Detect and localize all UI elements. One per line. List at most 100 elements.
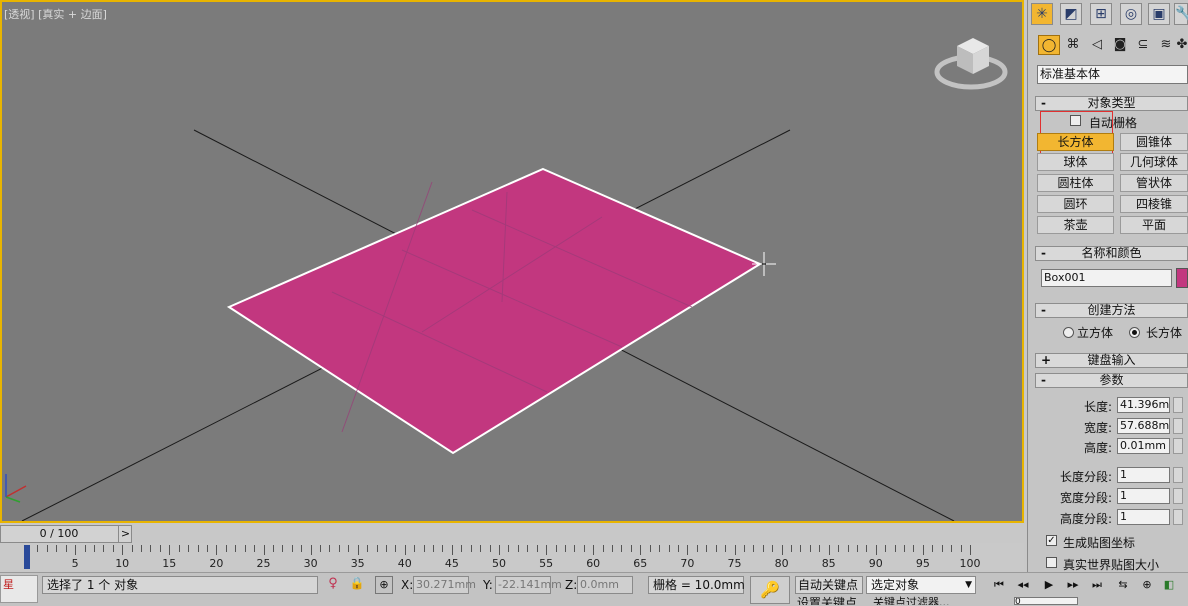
length-segs-input[interactable]: 1 bbox=[1117, 467, 1170, 483]
length-spinner[interactable] bbox=[1173, 397, 1183, 413]
isolate-toggle-icon[interactable]: ♀ bbox=[324, 576, 342, 594]
zoom-icon[interactable]: ⊕ bbox=[1138, 576, 1156, 594]
parameters-rollout-header[interactable]: - 参数 bbox=[1035, 373, 1188, 388]
maxscript-listener[interactable]: 星 bbox=[0, 575, 38, 603]
ruler-tick bbox=[329, 545, 331, 552]
motion-icon[interactable]: ◎ bbox=[1120, 3, 1142, 25]
cylinder-button[interactable]: 圆柱体 bbox=[1037, 174, 1114, 192]
lock-selection-icon[interactable]: 🔒 bbox=[348, 576, 366, 594]
go-to-start-icon[interactable]: ⏮ bbox=[990, 576, 1008, 594]
ruler-tick-label: 25 bbox=[256, 557, 271, 570]
object-name-input[interactable]: Box001 bbox=[1041, 269, 1172, 287]
display-icon[interactable]: ▣ bbox=[1148, 3, 1170, 25]
sphere-button[interactable]: 球体 bbox=[1037, 153, 1114, 171]
shapes-icon[interactable]: ⌘ bbox=[1062, 35, 1084, 55]
length-segs-spinner[interactable] bbox=[1173, 467, 1183, 483]
length-input[interactable]: 41.396mm bbox=[1117, 397, 1170, 413]
key-mode-icon[interactable]: ⇆ bbox=[1114, 576, 1132, 594]
ruler-tick bbox=[75, 545, 77, 555]
cone-button[interactable]: 圆锥体 bbox=[1120, 133, 1188, 151]
real-world-label: 真实世界贴图大小 bbox=[1063, 558, 1160, 572]
width-segs-input[interactable]: 1 bbox=[1117, 488, 1170, 504]
key-filters-button[interactable]: 关键点过滤器... bbox=[873, 595, 973, 605]
ruler-tick bbox=[489, 545, 491, 552]
systems-icon[interactable]: ✤ bbox=[1176, 35, 1188, 55]
ruler-tick bbox=[913, 545, 915, 552]
ruler-tick bbox=[819, 545, 821, 552]
box-radio-dot bbox=[1132, 330, 1137, 335]
go-to-end-icon[interactable]: ⏭ bbox=[1088, 576, 1106, 594]
creation-method-rollout-header[interactable]: - 创建方法 bbox=[1035, 303, 1188, 318]
viewport-scene bbox=[5, 38, 1008, 521]
current-frame-marker[interactable] bbox=[24, 545, 30, 569]
torus-button[interactable]: 圆环 bbox=[1037, 195, 1114, 213]
absolute-mode-icon[interactable]: ⊕ bbox=[375, 576, 393, 594]
category-dropdown[interactable]: 标准基本体 bbox=[1037, 65, 1188, 84]
box-button[interactable]: 长方体 bbox=[1037, 133, 1114, 151]
y-coordinate[interactable]: -22.141mm bbox=[495, 576, 562, 594]
ruler-tick bbox=[904, 545, 906, 552]
setkey-button[interactable]: 设置关键点 bbox=[795, 595, 865, 605]
key-mode-dropdown[interactable]: 选定对象 ▼ bbox=[866, 576, 976, 594]
trackbar[interactable]: 5 10 15 20 25 30 35 40 45 50 55 60 65 70 75 80 85 90 95 100 bbox=[0, 543, 1024, 570]
object-type-rollout-header[interactable]: - 对象类型 bbox=[1035, 96, 1188, 111]
box-radio[interactable] bbox=[1129, 327, 1140, 338]
geometry-icon[interactable]: ◯ bbox=[1038, 35, 1060, 55]
next-frame-arrow[interactable]: > bbox=[118, 526, 132, 542]
ruler-tick bbox=[169, 545, 171, 555]
width-segs-spinner[interactable] bbox=[1173, 488, 1183, 504]
pyramid-button[interactable]: 四棱锥 bbox=[1120, 195, 1188, 213]
box001-plane bbox=[226, 167, 763, 455]
ruler-tick bbox=[922, 545, 924, 555]
modify-icon[interactable]: ◩ bbox=[1060, 3, 1082, 25]
length-segs-label: 长度分段: bbox=[1060, 470, 1113, 484]
geosphere-button[interactable]: 几何球体 bbox=[1120, 153, 1188, 171]
current-frame-input[interactable]: 0 bbox=[1014, 597, 1078, 605]
z-label: Z: bbox=[565, 578, 578, 592]
ruler-tick bbox=[301, 545, 303, 552]
cube-radio[interactable] bbox=[1063, 327, 1074, 338]
sun-icon[interactable]: ✳ bbox=[1031, 3, 1053, 25]
ruler-tick bbox=[593, 545, 595, 555]
width-spinner[interactable] bbox=[1173, 418, 1183, 434]
lights-icon[interactable]: ◁ bbox=[1086, 35, 1108, 55]
height-segs-spinner[interactable] bbox=[1173, 509, 1183, 525]
object-color-swatch[interactable] bbox=[1176, 268, 1188, 288]
ruler-tick bbox=[583, 545, 585, 552]
z-coordinate[interactable]: 0.0mm bbox=[577, 576, 633, 594]
ruler-tick bbox=[37, 545, 39, 552]
previous-frame-icon[interactable]: ◂◂ bbox=[1014, 576, 1032, 594]
height-segs-input[interactable]: 1 bbox=[1117, 509, 1170, 525]
time-slider[interactable]: 0 / 100 > bbox=[0, 525, 132, 543]
ruler-tick bbox=[743, 545, 745, 552]
keyboard-entry-rollout-header[interactable]: + 键盘输入 bbox=[1035, 353, 1188, 368]
set-key-icon[interactable]: 🔑 bbox=[750, 576, 790, 604]
plane-button[interactable]: 平面 bbox=[1120, 216, 1188, 234]
tube-button[interactable]: 管状体 bbox=[1120, 174, 1188, 192]
height-input[interactable]: 0.01mm bbox=[1117, 438, 1170, 454]
gen-map-checkbox[interactable]: ✓ bbox=[1046, 535, 1057, 546]
next-frame-icon[interactable]: ▸▸ bbox=[1064, 576, 1082, 594]
ruler-tick bbox=[602, 545, 604, 552]
autokey-button[interactable]: 自动关键点 bbox=[795, 576, 863, 594]
width-input[interactable]: 57.688mm bbox=[1117, 418, 1170, 434]
zoom-extents-icon[interactable]: ◧ bbox=[1160, 576, 1178, 594]
teapot-button[interactable]: 茶壶 bbox=[1037, 216, 1114, 234]
play-icon[interactable]: ▶ bbox=[1040, 576, 1058, 594]
cameras-icon[interactable]: ◙ bbox=[1109, 35, 1131, 55]
name-color-rollout-header[interactable]: - 名称和颜色 bbox=[1035, 246, 1188, 261]
real-world-checkbox[interactable] bbox=[1046, 557, 1057, 568]
ruler-tick bbox=[960, 545, 962, 552]
ruler-tick-label: 75 bbox=[727, 557, 742, 570]
utilities-icon[interactable]: 🔧 bbox=[1174, 3, 1188, 25]
height-spinner[interactable] bbox=[1173, 438, 1183, 454]
hierarchy-icon[interactable]: ⊞ bbox=[1090, 3, 1112, 25]
helpers-icon[interactable]: ⊆ bbox=[1132, 35, 1154, 55]
ruler-tick bbox=[84, 545, 86, 552]
ruler-tick bbox=[932, 545, 934, 552]
space-warps-icon[interactable]: ≋ bbox=[1155, 35, 1177, 55]
ruler-tick bbox=[263, 545, 265, 555]
perspective-viewport[interactable]: [透视] [真实 + 边面] bbox=[0, 0, 1024, 523]
x-coordinate[interactable]: 30.271mm bbox=[413, 576, 476, 594]
ruler-tick bbox=[640, 545, 642, 555]
